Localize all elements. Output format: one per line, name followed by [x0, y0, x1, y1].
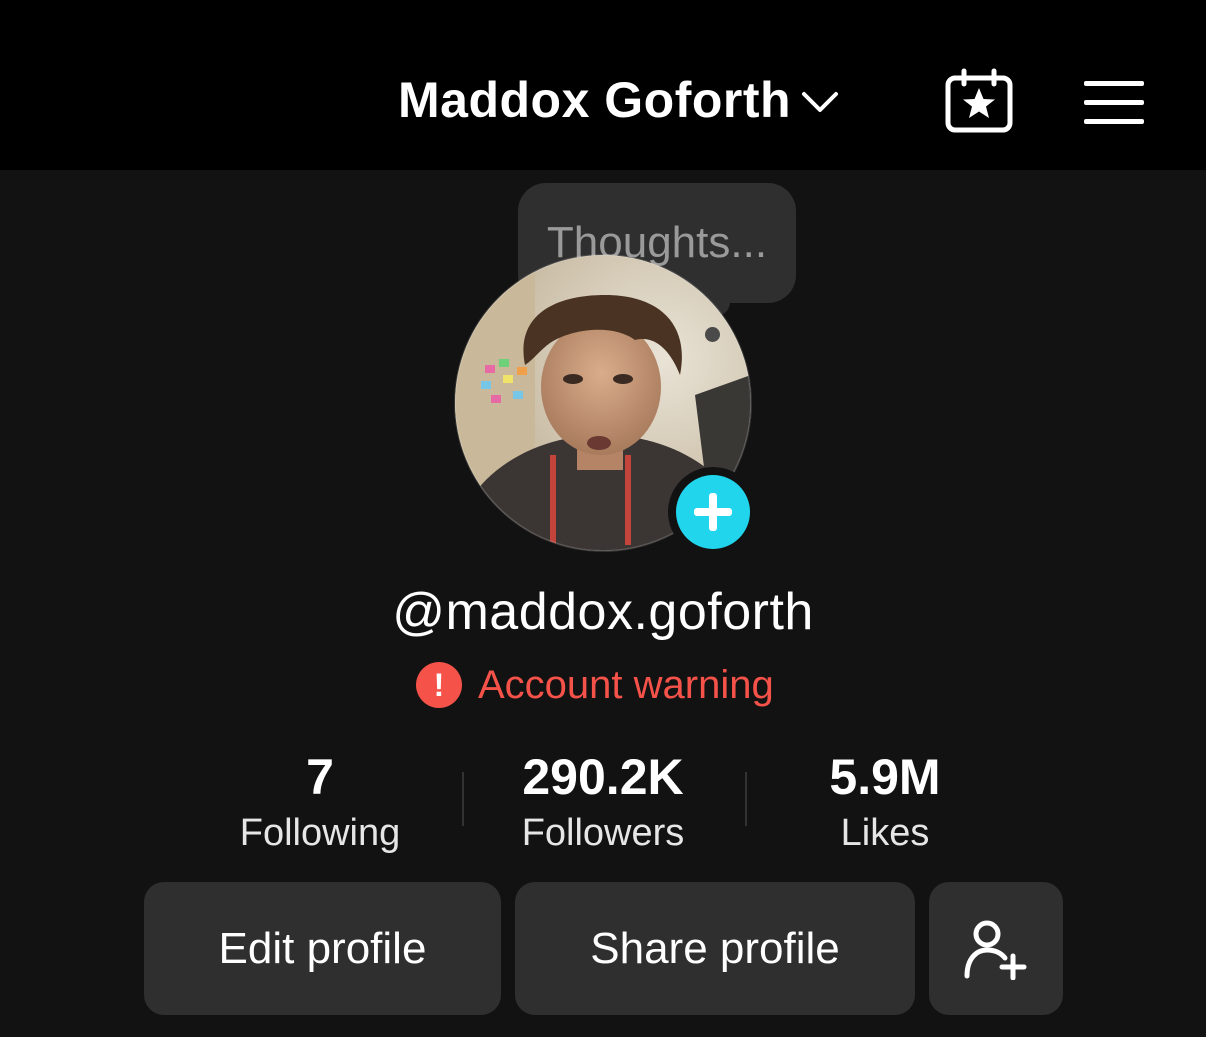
plus-icon — [676, 475, 750, 549]
stat-divider — [745, 772, 747, 826]
account-switcher[interactable]: Maddox Goforth — [398, 68, 839, 132]
stat-divider — [462, 772, 464, 826]
edit-profile-button[interactable]: Edit profile — [144, 882, 501, 1015]
following-label: Following — [239, 812, 401, 854]
add-user-icon — [964, 920, 1027, 980]
stat-followers[interactable]: 290.2K Followers — [473, 748, 733, 862]
profile-page: Maddox Goforth Thoughts... @maddox.gofor… — [0, 0, 1206, 1037]
account-warning-label: Account warning — [478, 662, 774, 707]
add-friends-button[interactable] — [929, 882, 1063, 1015]
followers-label: Followers — [521, 812, 685, 854]
chevron-down-icon — [802, 92, 839, 112]
account-name: Maddox Goforth — [398, 72, 792, 128]
stat-following[interactable]: 7 Following — [190, 748, 450, 862]
warning-icon: ! — [416, 662, 462, 708]
followers-count: 290.2K — [522, 749, 684, 805]
likes-count: 5.9M — [829, 749, 941, 805]
hamburger-menu-icon[interactable] — [1082, 78, 1146, 128]
thoughts-bubble-dot — [705, 327, 720, 342]
username: @maddox.goforth — [392, 583, 814, 641]
following-count: 7 — [306, 749, 334, 805]
stat-likes[interactable]: 5.9M Likes — [755, 748, 1015, 862]
edit-profile-label: Edit profile — [218, 923, 427, 973]
share-profile-label: Share profile — [590, 923, 840, 973]
creator-calendar-icon[interactable] — [944, 68, 1014, 134]
add-story-button[interactable] — [668, 467, 758, 557]
likes-label: Likes — [840, 812, 930, 854]
share-profile-button[interactable]: Share profile — [515, 882, 915, 1015]
top-bar: Maddox Goforth — [0, 0, 1206, 170]
account-warning[interactable]: ! Account warning — [416, 660, 774, 710]
